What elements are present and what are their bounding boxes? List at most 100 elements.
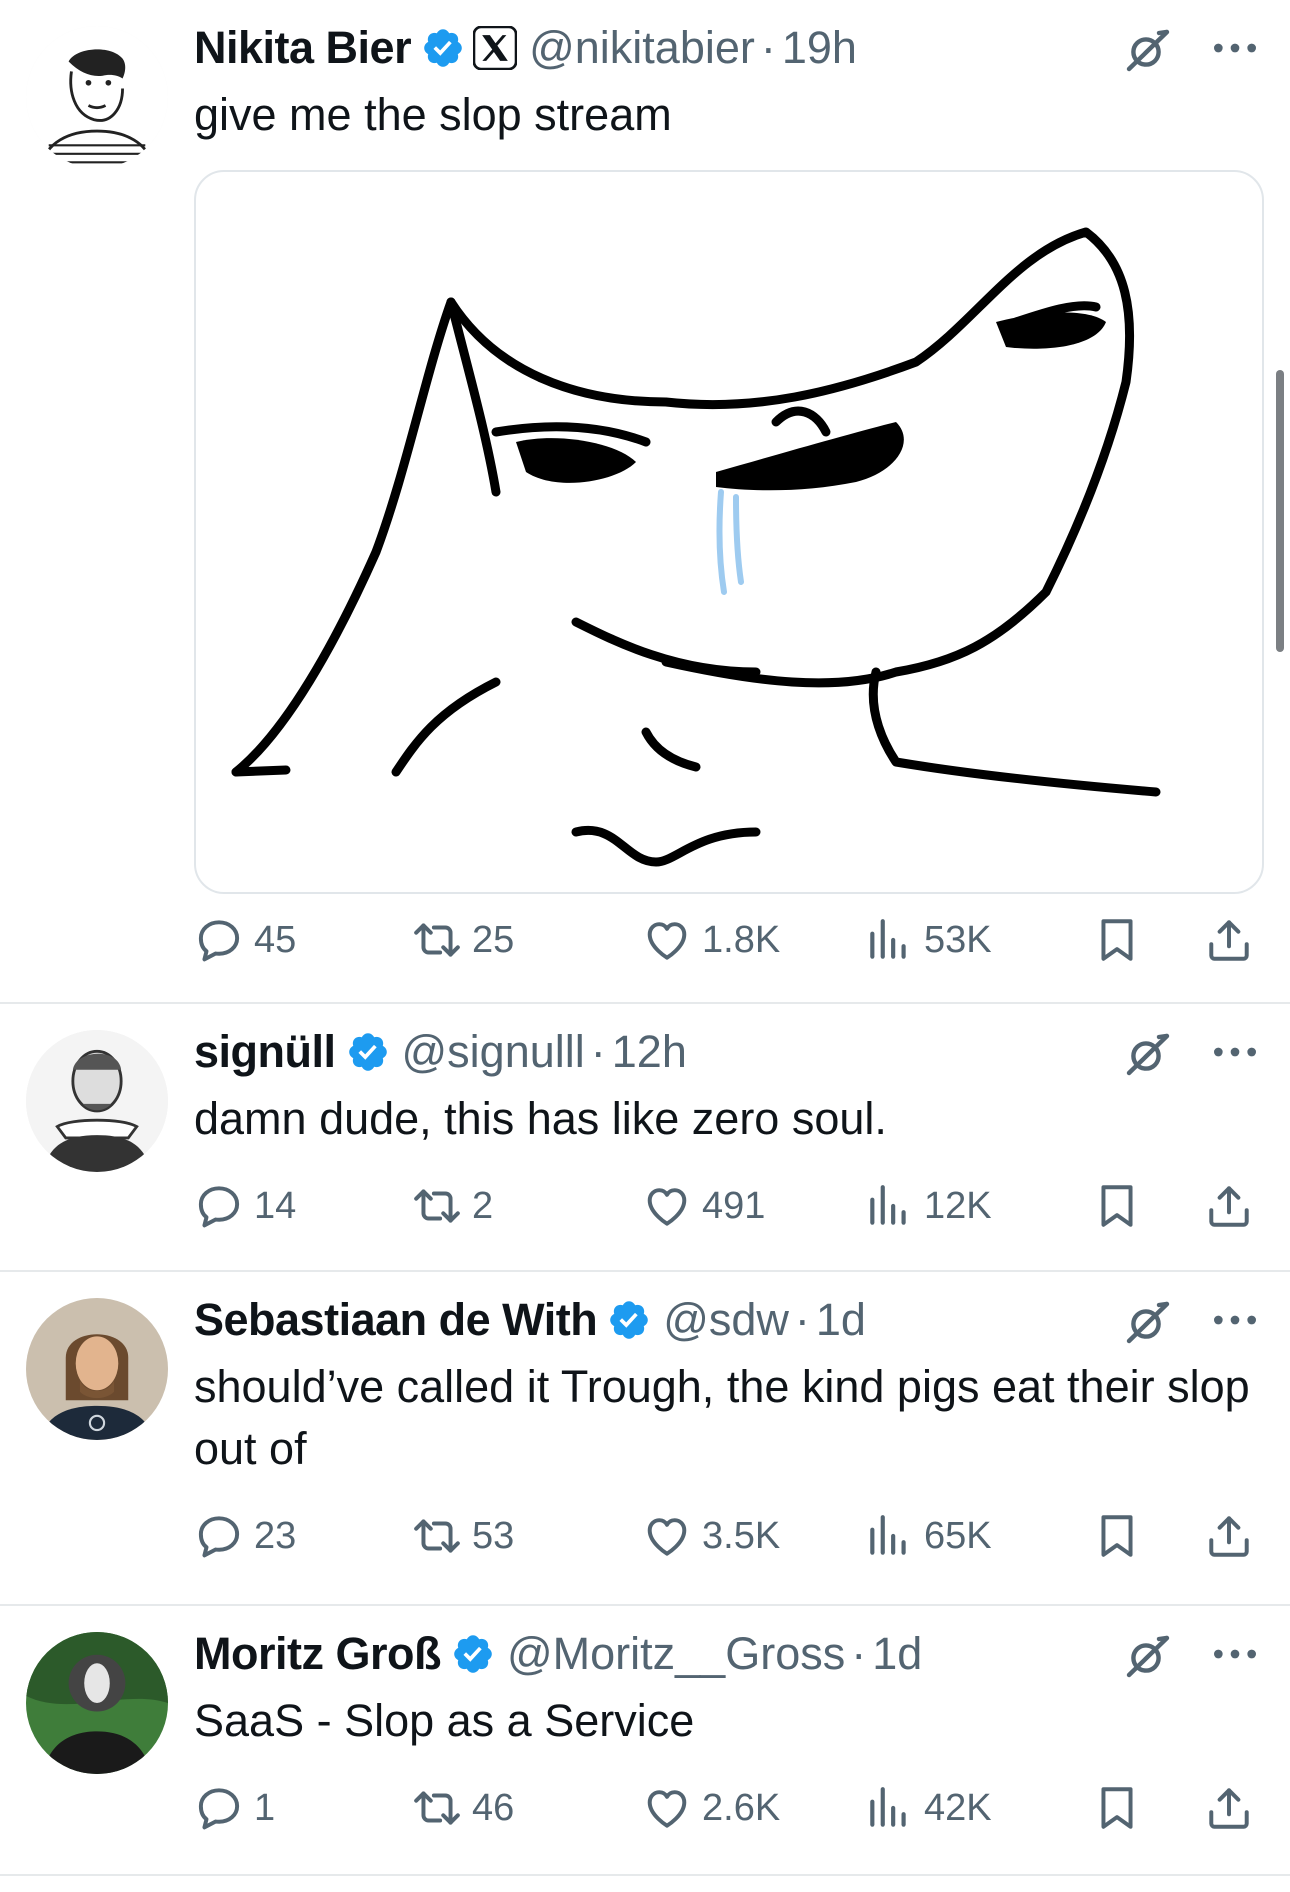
heart-icon bbox=[642, 1511, 692, 1561]
retweet-button[interactable]: 46 bbox=[412, 1778, 514, 1838]
retweet-count: 2 bbox=[472, 1184, 494, 1227]
bookmark-icon bbox=[1092, 1783, 1142, 1833]
grok-icon[interactable] bbox=[1124, 1030, 1172, 1078]
reply-button[interactable]: 45 bbox=[194, 910, 296, 970]
like-count: 491 bbox=[702, 1184, 766, 1227]
action-bar: 45 25 1.8K 53K bbox=[194, 910, 1260, 970]
separator-dot: · bbox=[851, 1628, 867, 1679]
verified-badge-icon bbox=[421, 26, 465, 70]
bookmark-button[interactable] bbox=[1092, 1506, 1152, 1566]
more-options-icon[interactable] bbox=[1210, 28, 1260, 68]
share-icon bbox=[1204, 1511, 1254, 1561]
reply-icon bbox=[194, 1511, 244, 1561]
views-chart-icon bbox=[864, 1511, 914, 1561]
action-bar: 1 46 2.6K 42K bbox=[194, 1778, 1260, 1838]
share-button[interactable] bbox=[1204, 1778, 1264, 1838]
timestamp[interactable]: 1d bbox=[816, 1294, 866, 1346]
bookmark-button[interactable] bbox=[1092, 1778, 1152, 1838]
tweet[interactable]: signüll @signulll · 12h damn dude, this … bbox=[0, 1004, 1290, 1272]
retweet-icon bbox=[412, 1511, 462, 1561]
avatar[interactable] bbox=[26, 1632, 168, 1774]
views-button[interactable]: 42K bbox=[864, 1778, 992, 1838]
share-button[interactable] bbox=[1204, 1176, 1264, 1236]
handle[interactable]: @sdw bbox=[663, 1294, 789, 1346]
retweet-count: 25 bbox=[472, 918, 515, 961]
tweet-text: should’ve called it Trough, the kind pig… bbox=[194, 1361, 1250, 1474]
heart-icon bbox=[642, 1181, 692, 1231]
reply-button[interactable]: 23 bbox=[194, 1506, 296, 1566]
grok-icon[interactable] bbox=[1124, 1632, 1172, 1680]
retweet-icon bbox=[412, 1181, 462, 1231]
more-options-icon[interactable] bbox=[1210, 1300, 1260, 1340]
separator-dot: · bbox=[760, 22, 776, 73]
bookmark-icon bbox=[1092, 1181, 1142, 1231]
retweet-button[interactable]: 2 bbox=[412, 1176, 493, 1236]
like-count: 2.6K bbox=[702, 1786, 781, 1829]
timestamp[interactable]: 1d bbox=[872, 1628, 922, 1680]
more-options-icon[interactable] bbox=[1210, 1634, 1260, 1674]
action-bar: 23 53 3.5K 65K bbox=[194, 1506, 1260, 1566]
avatar[interactable] bbox=[26, 1298, 168, 1440]
bookmark-button[interactable] bbox=[1092, 910, 1152, 970]
tweet[interactable]: Moritz Groß @Moritz__Gross · 1d SaaS - S… bbox=[0, 1606, 1290, 1876]
like-button[interactable]: 1.8K bbox=[642, 910, 780, 970]
reply-button[interactable]: 1 bbox=[194, 1778, 275, 1838]
verified-badge-icon bbox=[607, 1298, 651, 1342]
retweet-count: 53 bbox=[472, 1514, 515, 1557]
reply-count: 1 bbox=[254, 1786, 276, 1829]
views-button[interactable]: 65K bbox=[864, 1506, 992, 1566]
view-count: 12K bbox=[924, 1184, 992, 1227]
like-button[interactable]: 491 bbox=[642, 1176, 765, 1236]
view-count: 42K bbox=[924, 1786, 992, 1829]
avatar[interactable] bbox=[26, 1030, 168, 1172]
verified-badge-icon bbox=[451, 1632, 495, 1676]
retweet-count: 46 bbox=[472, 1786, 515, 1829]
retweet-icon bbox=[412, 915, 462, 965]
display-name[interactable]: Sebastiaan de With bbox=[194, 1294, 598, 1346]
reply-button[interactable]: 14 bbox=[194, 1176, 296, 1236]
grok-icon[interactable] bbox=[1124, 26, 1172, 74]
scrollbar[interactable] bbox=[1276, 370, 1284, 652]
retweet-button[interactable]: 53 bbox=[412, 1506, 514, 1566]
retweet-button[interactable]: 25 bbox=[412, 910, 514, 970]
bookmark-icon bbox=[1092, 915, 1142, 965]
reply-count: 14 bbox=[254, 1184, 297, 1227]
timestamp[interactable]: 12h bbox=[612, 1026, 687, 1078]
views-button[interactable]: 12K bbox=[864, 1176, 992, 1236]
share-button[interactable] bbox=[1204, 1506, 1264, 1566]
reply-count: 45 bbox=[254, 918, 297, 961]
avatar[interactable] bbox=[26, 26, 168, 168]
verified-badge-icon bbox=[346, 1030, 390, 1074]
handle[interactable]: @Moritz__Gross bbox=[507, 1628, 845, 1680]
tweet-text: SaaS - Slop as a Service bbox=[194, 1695, 695, 1746]
views-chart-icon bbox=[864, 1181, 914, 1231]
views-chart-icon bbox=[864, 915, 914, 965]
tweet-text: damn dude, this has like zero soul. bbox=[194, 1093, 887, 1144]
like-button[interactable]: 2.6K bbox=[642, 1778, 780, 1838]
share-button[interactable] bbox=[1204, 910, 1264, 970]
bookmark-button[interactable] bbox=[1092, 1176, 1152, 1236]
x-affiliate-badge-icon[interactable] bbox=[473, 26, 517, 70]
tweet-media-image[interactable] bbox=[194, 170, 1264, 894]
separator-dot: · bbox=[590, 1026, 606, 1077]
like-count: 1.8K bbox=[702, 918, 781, 961]
tweet[interactable]: Sebastiaan de With @sdw · 1d should’ve c… bbox=[0, 1272, 1290, 1606]
grok-icon[interactable] bbox=[1124, 1298, 1172, 1346]
like-button[interactable]: 3.5K bbox=[642, 1506, 780, 1566]
share-icon bbox=[1204, 915, 1254, 965]
handle[interactable]: @signulll bbox=[402, 1026, 585, 1078]
heart-icon bbox=[642, 915, 692, 965]
heart-icon bbox=[642, 1783, 692, 1833]
bookmark-icon bbox=[1092, 1511, 1142, 1561]
handle[interactable]: @nikitabier bbox=[529, 22, 755, 74]
timestamp[interactable]: 19h bbox=[782, 22, 857, 74]
share-icon bbox=[1204, 1783, 1254, 1833]
view-count: 53K bbox=[924, 918, 992, 961]
display-name[interactable]: Nikita Bier bbox=[194, 22, 412, 74]
display-name[interactable]: Moritz Groß bbox=[194, 1628, 441, 1680]
action-bar: 14 2 491 12K bbox=[194, 1176, 1260, 1236]
tweet[interactable]: Nikita Bier @nikitabier · 19h give me th… bbox=[0, 0, 1290, 1004]
more-options-icon[interactable] bbox=[1210, 1032, 1260, 1072]
views-button[interactable]: 53K bbox=[864, 910, 992, 970]
display-name[interactable]: signüll bbox=[194, 1026, 336, 1078]
